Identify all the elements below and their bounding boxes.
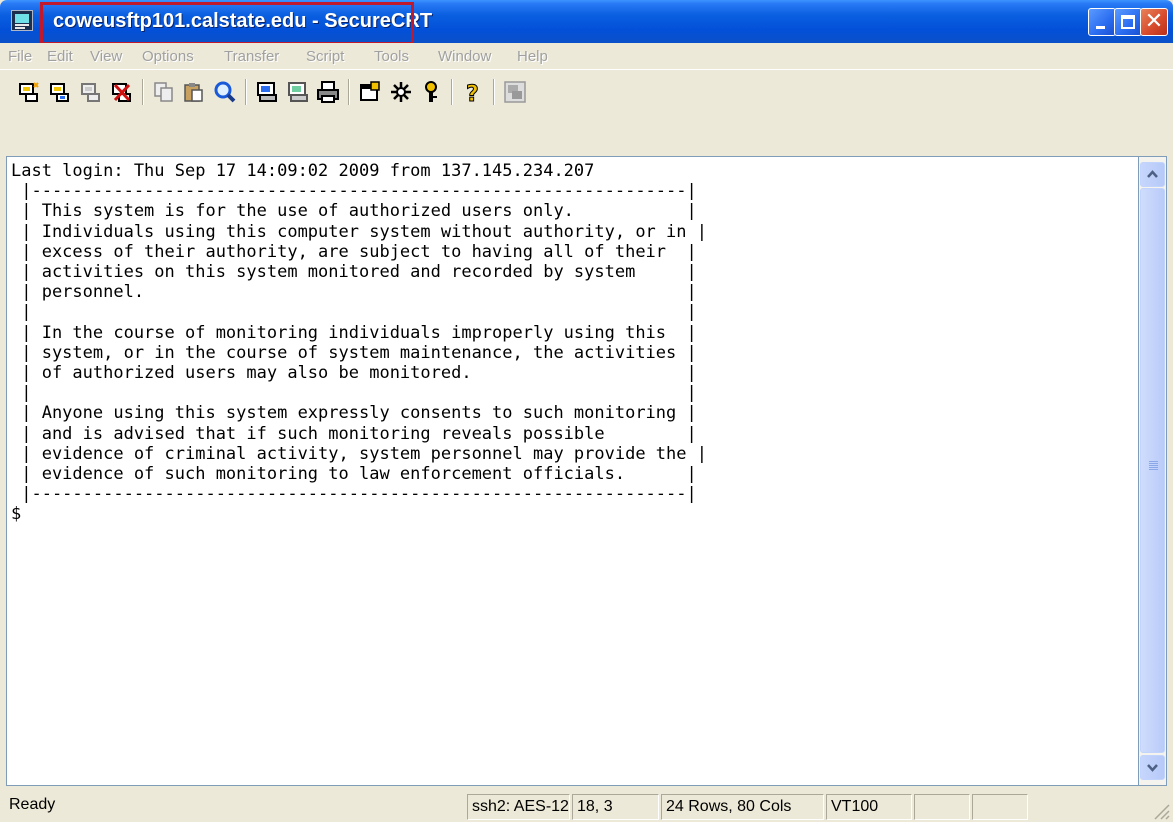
menu-view[interactable]: View [90,48,122,65]
scroll-up-button[interactable] [1140,162,1165,187]
svg-text:?: ? [466,82,479,104]
toolbar: ? [0,69,1173,114]
terminal-line: | evidence of criminal activity, system … [21,443,707,464]
menu-help[interactable]: Help [517,48,548,65]
menu-file[interactable]: File [8,48,32,65]
sftp-icon[interactable] [503,80,527,104]
status-cursor: 18, 3 [572,794,659,820]
terminal-line: | evidence of such monitoring to law enf… [21,464,697,485]
help-icon[interactable]: ? [461,80,485,105]
terminal-line: Last login: Thu Sep 17 14:09:02 2009 fro… [11,161,595,181]
menu-transfer[interactable]: Transfer [224,48,279,65]
status-ready: Ready [9,796,56,813]
menu-bar: File Edit View Options Transfer Script T… [0,43,1173,69]
terminal-line: | Anyone using this system expressly con… [21,403,697,424]
menu-options[interactable]: Options [142,48,194,65]
status-bar: Ready ssh2: AES-128 18, 3 24 Rows, 80 Co… [0,786,1173,822]
toolbar-separator [142,79,144,105]
menu-edit[interactable]: Edit [47,48,73,65]
print-selection-icon[interactable] [286,80,310,104]
minimize-button[interactable] [1088,8,1116,36]
terminal-line: | | [21,302,697,323]
toolbar-separator [348,79,350,105]
status-pane-empty [972,794,1028,820]
terminal-line: | system, or in the course of system mai… [21,342,697,363]
status-cipher: ssh2: AES-128 [467,794,570,820]
terminal-line: |---------------------------------------… [21,181,697,202]
copy-icon[interactable] [152,80,176,104]
close-button[interactable]: ✕ [1140,8,1168,36]
menu-window[interactable]: Window [438,48,491,65]
title-host: coweusftp101.calstate.edu [53,10,307,32]
terminal-line: | This system is for the use of authoriz… [21,201,697,222]
keymap-icon[interactable] [419,80,443,104]
terminal-line: | personnel. | [21,282,697,303]
scroll-down-button[interactable] [1140,755,1165,780]
securecrt-app-icon[interactable] [11,10,33,31]
find-icon[interactable] [213,80,237,104]
toolbar-separator [451,79,453,105]
toolbar-separator [245,79,247,105]
menu-tools[interactable]: Tools [374,48,409,65]
window-title: coweusftp101.calstate.edu - SecureCRT [53,10,432,33]
status-pane-empty [914,794,970,820]
resize-grip-icon[interactable] [1152,802,1170,820]
terminal-line: | excess of their authority, are subject… [21,241,697,262]
paste-icon[interactable] [182,80,206,104]
status-size: 24 Rows, 80 Cols [661,794,824,820]
chevron-up-icon [1147,170,1158,178]
quick-connect-icon[interactable] [48,80,72,104]
session-options-icon[interactable] [358,80,382,104]
terminal-line: | of authorized users may also be monito… [21,363,697,384]
scroll-grip-icon [1149,461,1158,470]
maximize-icon [1121,15,1135,29]
close-icon: ✕ [1144,9,1164,34]
toolbar-separator [493,79,495,105]
print-icon[interactable] [255,80,279,104]
title-separator: - [306,10,325,32]
global-options-icon[interactable] [389,80,413,104]
disconnect-icon[interactable] [110,80,134,104]
terminal-line: | In the course of monitoring individual… [21,322,697,343]
connect-in-tab-icon[interactable] [79,80,103,104]
vertical-scrollbar[interactable] [1139,156,1167,786]
printer-icon[interactable] [316,80,340,104]
title-bar[interactable]: coweusftp101.calstate.edu - SecureCRT ✕ [0,0,1173,43]
terminal-line: | activities on this system monitored an… [21,262,697,283]
minimize-icon [1096,26,1105,29]
title-app: SecureCRT [324,10,433,32]
terminal-line: | and is advised that if such monitoring… [21,423,697,444]
maximize-button[interactable] [1114,8,1142,36]
menu-script[interactable]: Script [306,48,344,65]
terminal-line: $ [11,504,22,525]
chevron-down-icon [1147,764,1158,772]
connect-icon[interactable] [17,80,41,104]
terminal-text: Last login: Thu Sep 17 14:09:02 2009 fro… [7,157,1138,525]
terminal-line: | | [21,383,697,404]
terminal-line: |---------------------------------------… [21,484,697,505]
terminal-output[interactable]: Last login: Thu Sep 17 14:09:02 2009 fro… [6,156,1139,786]
terminal-line: | Individuals using this computer system… [21,221,707,242]
status-emulation: VT100 [826,794,912,820]
scroll-thumb[interactable] [1140,188,1165,753]
